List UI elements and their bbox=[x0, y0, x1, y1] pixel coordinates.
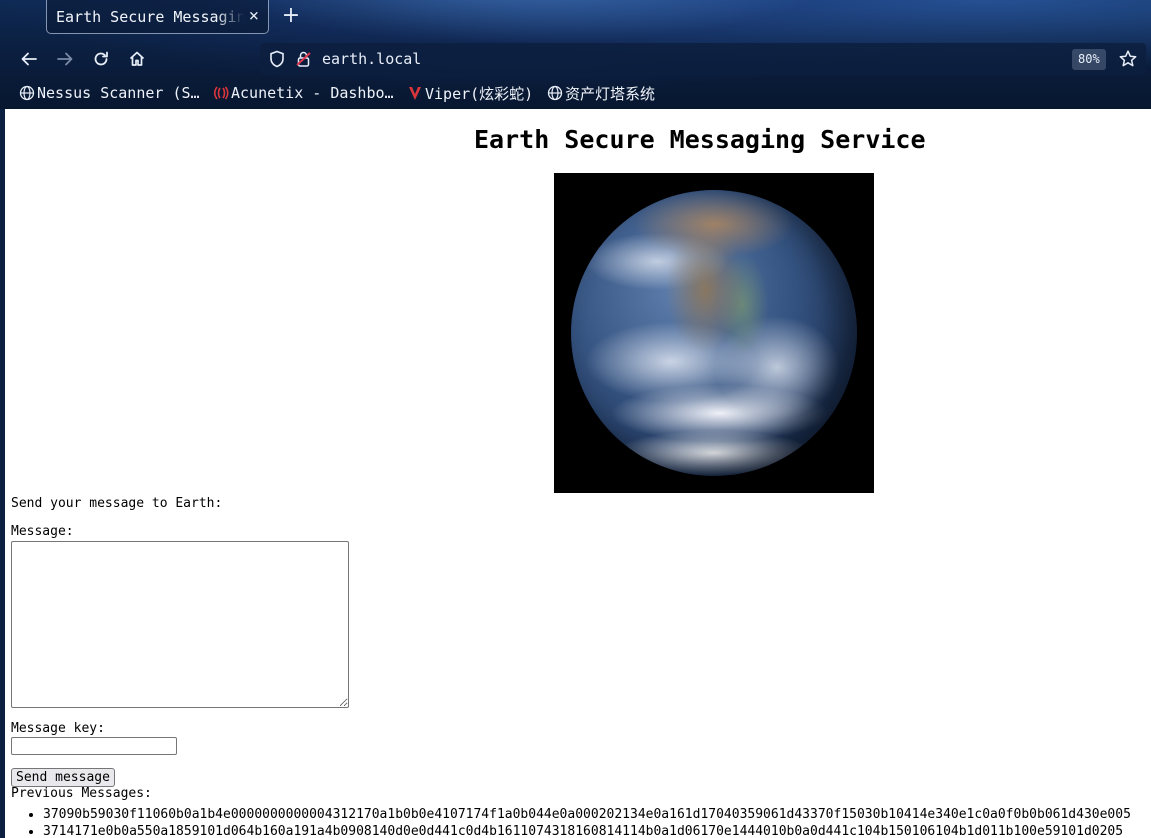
tab-active[interactable]: Earth Secure Messaging Service × bbox=[46, 0, 269, 34]
zoom-level-badge[interactable]: 80% bbox=[1072, 49, 1106, 70]
message-key-input[interactable] bbox=[11, 737, 177, 755]
page-title: Earth Secure Messaging Service bbox=[474, 125, 926, 154]
message-key-label: Message key: bbox=[11, 721, 105, 736]
previous-messages-list: 37090b59030f11060b0a1b4e0000000000004312… bbox=[43, 806, 1131, 838]
new-tab-icon[interactable]: + bbox=[280, 4, 302, 28]
list-item: 3714171e0b0a550a1859101d064b160a191a4b09… bbox=[43, 823, 1131, 838]
bookmark-star-icon[interactable] bbox=[1118, 49, 1138, 69]
message-textarea[interactable] bbox=[11, 541, 349, 708]
insecure-lock-icon[interactable] bbox=[295, 50, 313, 68]
shield-icon[interactable] bbox=[268, 50, 286, 68]
tab-strip: Earth Secure Messaging Service × + bbox=[0, 0, 1151, 37]
reload-icon[interactable] bbox=[90, 48, 112, 70]
send-message-button[interactable]: Send message bbox=[11, 768, 115, 787]
forward-arrow-icon[interactable] bbox=[54, 48, 76, 70]
send-heading: Send your message to Earth: bbox=[11, 496, 223, 511]
navigation-bar: earth.local 80% bbox=[0, 40, 1151, 78]
back-arrow-icon[interactable] bbox=[18, 48, 40, 70]
bookmarks-toolbar: Nessus Scanner (S… Acunetix - Dashbo… Vi… bbox=[0, 80, 1151, 106]
previous-messages-label: Previous Messages: bbox=[11, 786, 152, 801]
list-item: 37090b59030f11060b0a1b4e0000000000004312… bbox=[43, 806, 1131, 823]
earth-image bbox=[554, 173, 874, 493]
bookmark-nessus[interactable]: Nessus Scanner (S… bbox=[18, 82, 200, 104]
bookmark-label: Acunetix - Dashbo… bbox=[231, 84, 394, 102]
bookmark-acunetix[interactable]: Acunetix - Dashbo… bbox=[212, 82, 394, 104]
close-tab-icon[interactable]: × bbox=[249, 6, 259, 26]
bookmark-viper[interactable]: Viper(炫彩蛇) bbox=[406, 82, 533, 104]
url-text[interactable]: earth.local bbox=[322, 50, 421, 68]
home-icon[interactable] bbox=[126, 48, 148, 70]
bookmark-label: Nessus Scanner (S… bbox=[37, 84, 200, 102]
viper-logo-icon bbox=[406, 85, 423, 102]
tab-title: Earth Secure Messaging Service bbox=[56, 7, 244, 26]
message-label: Message: bbox=[11, 524, 74, 539]
bookmark-label: Viper(炫彩蛇) bbox=[425, 84, 534, 103]
globe-icon bbox=[546, 85, 563, 102]
earth-globe bbox=[571, 190, 857, 476]
globe-icon bbox=[18, 85, 35, 102]
browser-chrome: Earth Secure Messaging Service × + earth… bbox=[0, 0, 1151, 109]
bookmark-label: 资产灯塔系统 bbox=[565, 84, 656, 103]
page-content: Earth Secure Messaging Service Send your… bbox=[5, 109, 1151, 838]
bookmark-asset-lighthouse[interactable]: 资产灯塔系统 bbox=[546, 82, 655, 104]
url-bar[interactable]: earth.local 80% bbox=[260, 43, 1146, 75]
acunetix-logo-icon bbox=[212, 85, 229, 102]
